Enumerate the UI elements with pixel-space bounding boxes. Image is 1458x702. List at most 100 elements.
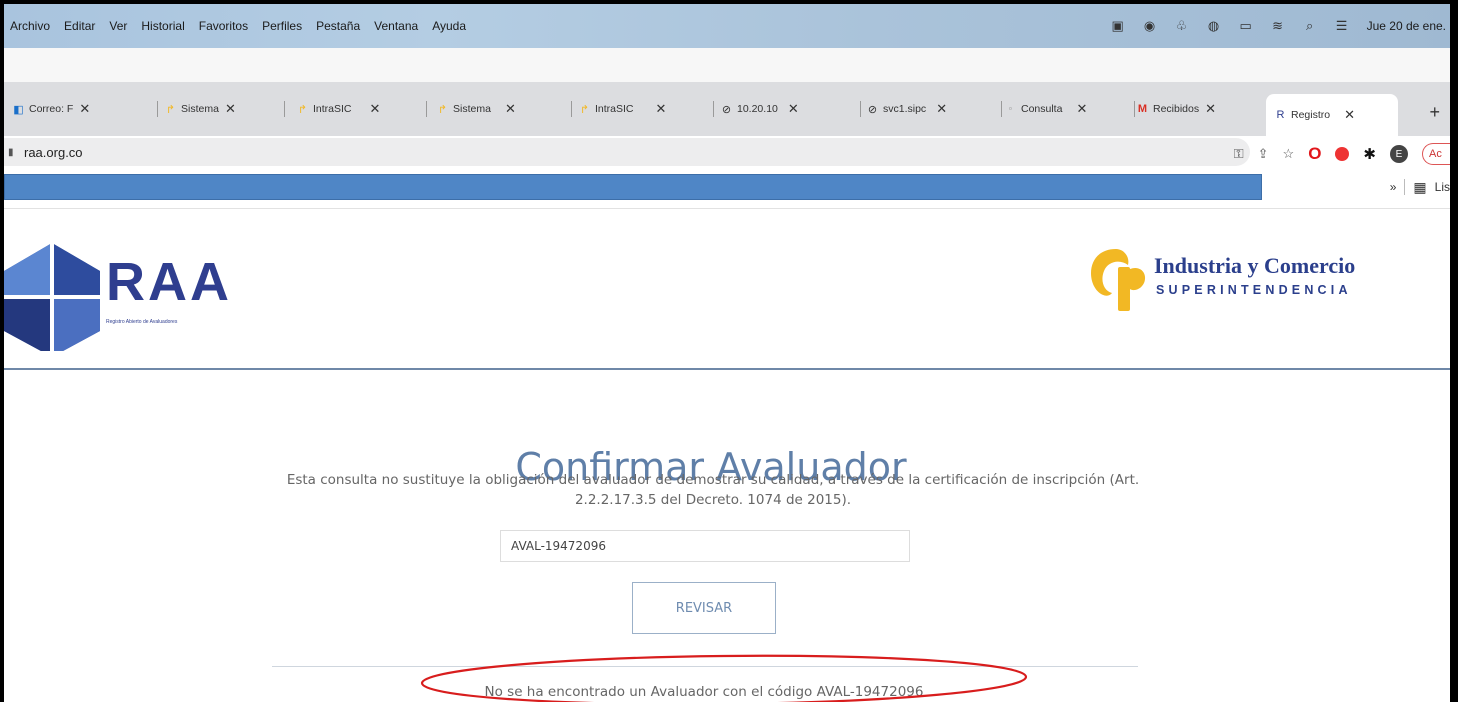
tab-label: Consulta bbox=[1021, 103, 1063, 115]
tab-consulta[interactable]: ◦ Consulta ✕ bbox=[1004, 94, 1135, 124]
main-content: Confirmar Avaluador Esta consulta no sus… bbox=[4, 370, 1450, 702]
gmail-icon: M bbox=[1137, 103, 1148, 115]
tab-separator bbox=[713, 101, 714, 117]
menu-favoritos[interactable]: Favoritos bbox=[199, 19, 248, 33]
close-tab-icon[interactable]: ✕ bbox=[370, 101, 381, 117]
share-icon[interactable]: ⇪ bbox=[1258, 146, 1269, 162]
tab-gmail-recibidos[interactable]: M Recibidos ✕ bbox=[1136, 94, 1261, 124]
tab-label: Recibidos bbox=[1153, 103, 1200, 115]
close-tab-icon[interactable]: ✕ bbox=[505, 101, 516, 117]
sic-icon: ↱ bbox=[437, 103, 448, 116]
sic-icon: ↱ bbox=[165, 103, 176, 116]
bookmark-star-icon[interactable]: ☆ bbox=[1283, 146, 1295, 162]
browser-toolbar: ▮ raa.org.co ⚿ ⇪ ☆ O ✱ E Ac bbox=[4, 136, 1450, 172]
screenshot-tool-icon[interactable]: ▣ bbox=[1111, 18, 1125, 33]
bookmarks-separator bbox=[1404, 179, 1406, 195]
tab-separator bbox=[860, 101, 861, 117]
bookmarks-right: » ▦ Lis bbox=[1390, 174, 1450, 200]
disclaimer-text: Esta consulta no sustituye la obligación… bbox=[286, 472, 1140, 508]
reading-list-label[interactable]: Lis bbox=[1435, 180, 1450, 194]
raa-logo-text: RAA bbox=[106, 252, 232, 312]
menu-ver[interactable]: Ver bbox=[109, 19, 127, 33]
tab-separator bbox=[1134, 101, 1135, 117]
close-tab-icon[interactable]: ✕ bbox=[225, 101, 236, 117]
sic-title: Industria y Comercio bbox=[1154, 253, 1356, 278]
tab-label: Registro bbox=[1291, 109, 1331, 121]
revisar-button[interactable]: REVISAR bbox=[632, 582, 776, 634]
tab-label: Sistema bbox=[181, 103, 219, 115]
menu-editar[interactable]: Editar bbox=[64, 19, 95, 33]
camera-icon[interactable]: ◉ bbox=[1143, 18, 1157, 33]
tab-label: 10.20.10 bbox=[737, 103, 778, 115]
tab-correo[interactable]: ◧ Correo: F ✕ bbox=[12, 94, 158, 124]
browser-tab-bar: ◧ Correo: F ✕ ↱ Sistema ✕ ↱ IntraSIC ✕ ↱… bbox=[4, 82, 1450, 136]
bookmarks-redacted-area bbox=[4, 174, 1262, 200]
tab-label: IntraSIC bbox=[313, 103, 352, 115]
tab-sistema-2[interactable]: ↱ Sistema ✕ bbox=[436, 94, 572, 124]
tab-separator bbox=[157, 101, 158, 117]
close-tab-icon[interactable]: ✕ bbox=[1076, 101, 1087, 117]
outlook-icon: ◧ bbox=[13, 103, 24, 116]
tab-separator bbox=[284, 101, 285, 117]
globe-icon: ⊘ bbox=[721, 103, 732, 116]
menu-archivo[interactable]: Archivo bbox=[10, 19, 50, 33]
menu-clock[interactable]: Jue 20 de ene. bbox=[1367, 19, 1446, 33]
close-tab-icon[interactable]: ✕ bbox=[1344, 107, 1355, 123]
tab-separator bbox=[571, 101, 572, 117]
address-bar[interactable]: ▮ raa.org.co bbox=[4, 138, 1250, 166]
sic-icon: ↱ bbox=[297, 103, 308, 116]
macos-menu-bar: Archivo Editar Ver Historial Favoritos P… bbox=[4, 4, 1450, 48]
tab-intrasic-1[interactable]: ↱ IntraSIC ✕ bbox=[296, 94, 427, 124]
control-center-icon[interactable]: ☰ bbox=[1335, 18, 1349, 33]
close-tab-icon[interactable]: ✕ bbox=[79, 101, 90, 117]
tab-label: IntraSIC bbox=[595, 103, 634, 115]
reading-list-icon[interactable]: ▦ bbox=[1413, 179, 1426, 196]
sic-subtitle: SUPERINTENDENCIA bbox=[1156, 283, 1352, 297]
close-tab-icon[interactable]: ✕ bbox=[936, 101, 947, 117]
menu-status-area: ▣ ◉ ♧ ◍ ▭ ≋ ⌕ ☰ Jue 20 de ene. bbox=[1111, 4, 1446, 48]
bookmarks-overflow-button[interactable]: » bbox=[1390, 180, 1397, 194]
tab-registro-active[interactable]: R Registro ✕ bbox=[1266, 94, 1398, 136]
profile-avatar[interactable]: E bbox=[1390, 145, 1408, 163]
sic-icon: ↱ bbox=[579, 103, 590, 116]
adblock-extension-icon[interactable] bbox=[1335, 147, 1350, 161]
tab-separator bbox=[1001, 101, 1002, 117]
opera-extension-icon[interactable]: O bbox=[1308, 144, 1321, 164]
new-tab-icon[interactable]: + bbox=[1429, 102, 1440, 123]
key-icon[interactable]: ⚿ bbox=[1234, 146, 1244, 162]
window-title-strip bbox=[4, 48, 1450, 82]
lock-icon[interactable]: ▮ bbox=[8, 147, 16, 158]
menu-perfiles[interactable]: Perfiles bbox=[262, 19, 302, 33]
wifi-icon[interactable]: ≋ bbox=[1271, 18, 1285, 33]
tab-ip-address[interactable]: ⊘ 10.20.10 ✕ bbox=[720, 94, 861, 124]
tab-label: svc1.sipc bbox=[883, 103, 927, 115]
tab-sistema-1[interactable]: ↱ Sistema ✕ bbox=[164, 94, 285, 124]
page-header: RAA Registro Abierto de Avaluadores Indu… bbox=[4, 209, 1450, 370]
menu-ayuda[interactable]: Ayuda bbox=[432, 19, 466, 33]
red-ellipse-annotation bbox=[420, 654, 1028, 702]
close-tab-icon[interactable]: ✕ bbox=[656, 101, 667, 117]
menu-pestana[interactable]: Pestaña bbox=[316, 19, 360, 33]
vpn-icon[interactable]: ◍ bbox=[1207, 18, 1221, 33]
appraiser-code-input[interactable] bbox=[500, 530, 910, 562]
battery-icon[interactable]: ▭ bbox=[1239, 18, 1253, 33]
bookmarks-bar: » ▦ Lis bbox=[4, 172, 1450, 209]
raa-icon: R bbox=[1276, 109, 1285, 121]
menu-historial[interactable]: Historial bbox=[141, 19, 184, 33]
toolbar-icons: ⚿ ⇪ ☆ O ✱ E Ac bbox=[1234, 136, 1450, 172]
url-text: raa.org.co bbox=[24, 144, 83, 160]
extensions-icon[interactable]: ✱ bbox=[1363, 145, 1376, 163]
tab-svc1[interactable]: ⊘ svc1.sipc ✕ bbox=[866, 94, 1002, 124]
tab-label: Sistema bbox=[453, 103, 491, 115]
creative-cloud-icon[interactable]: ♧ bbox=[1175, 18, 1189, 33]
raa-logo-subtitle: Registro Abierto de Avaluadores bbox=[106, 319, 178, 325]
close-tab-icon[interactable]: ✕ bbox=[788, 101, 799, 117]
globe-icon: ⊘ bbox=[867, 103, 878, 116]
spotlight-search-icon[interactable]: ⌕ bbox=[1303, 18, 1317, 33]
tab-separator bbox=[426, 101, 427, 117]
tab-intrasic-2[interactable]: ↱ IntraSIC ✕ bbox=[578, 94, 714, 124]
menu-ventana[interactable]: Ventana bbox=[374, 19, 418, 33]
account-button[interactable]: Ac bbox=[1422, 143, 1450, 165]
close-tab-icon[interactable]: ✕ bbox=[1205, 101, 1216, 117]
tab-label: Correo: F bbox=[29, 103, 74, 115]
